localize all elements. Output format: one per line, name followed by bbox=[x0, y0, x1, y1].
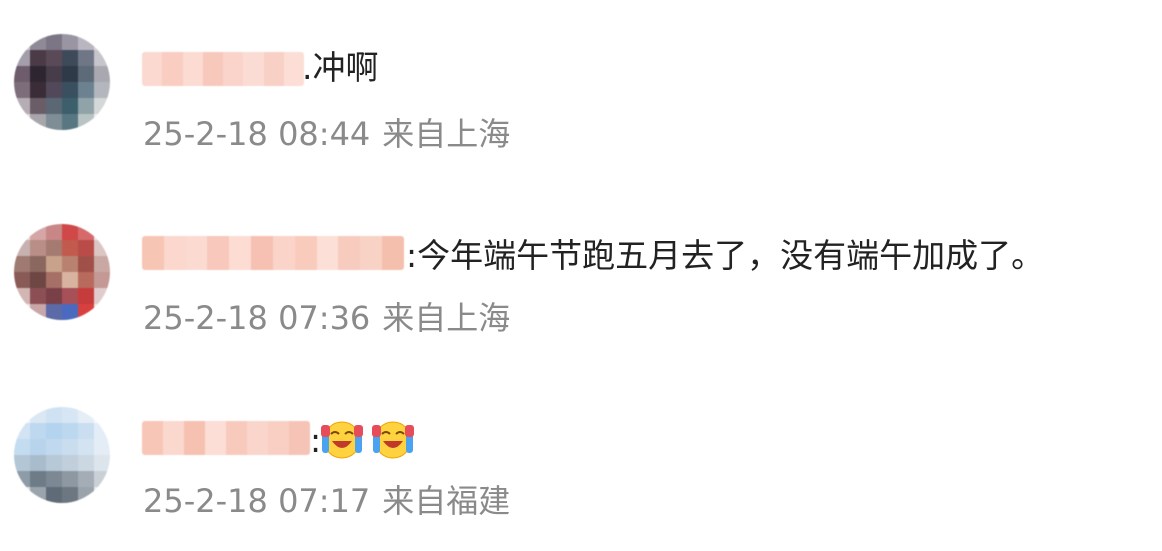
avatar[interactable] bbox=[14, 407, 110, 503]
comment-item: :今年端午节跑五月去了，没有端午加成了。 25-2-18 07:36 来自上海 bbox=[0, 200, 1162, 340]
comment-meta: 25-2-18 07:36 来自上海 bbox=[143, 298, 510, 338]
laughing-crying-emoji-icon bbox=[372, 421, 414, 459]
username-blurred[interactable] bbox=[142, 236, 404, 270]
comment-meta: 25-2-18 08:44 来自上海 bbox=[143, 114, 510, 154]
username-blurred[interactable] bbox=[142, 421, 310, 455]
username-blurred[interactable] bbox=[142, 52, 304, 86]
comment-location: 来自福建 bbox=[382, 482, 511, 520]
comment-text: :今年端午节跑五月去了，没有端午加成了。 bbox=[406, 236, 1045, 275]
comment-location: 来自上海 bbox=[382, 115, 511, 153]
comment-location: 来自上海 bbox=[382, 299, 511, 337]
laughing-crying-emoji-icon bbox=[321, 421, 363, 459]
comment-time: 25-2-18 08:44 bbox=[143, 115, 371, 153]
comment-text: .冲啊 bbox=[302, 48, 379, 87]
avatar[interactable] bbox=[14, 34, 110, 130]
comment-time: 25-2-18 07:17 bbox=[143, 482, 371, 520]
comment-time: 25-2-18 07:36 bbox=[143, 299, 371, 337]
comment-meta: 25-2-18 07:17 来自福建 bbox=[143, 481, 510, 521]
avatar[interactable] bbox=[14, 224, 110, 320]
comment-item: : 25-2-18 07:17 来自福建 bbox=[0, 385, 1162, 525]
comment-item: .冲啊 25-2-18 08:44 来自上海 bbox=[0, 20, 1162, 160]
